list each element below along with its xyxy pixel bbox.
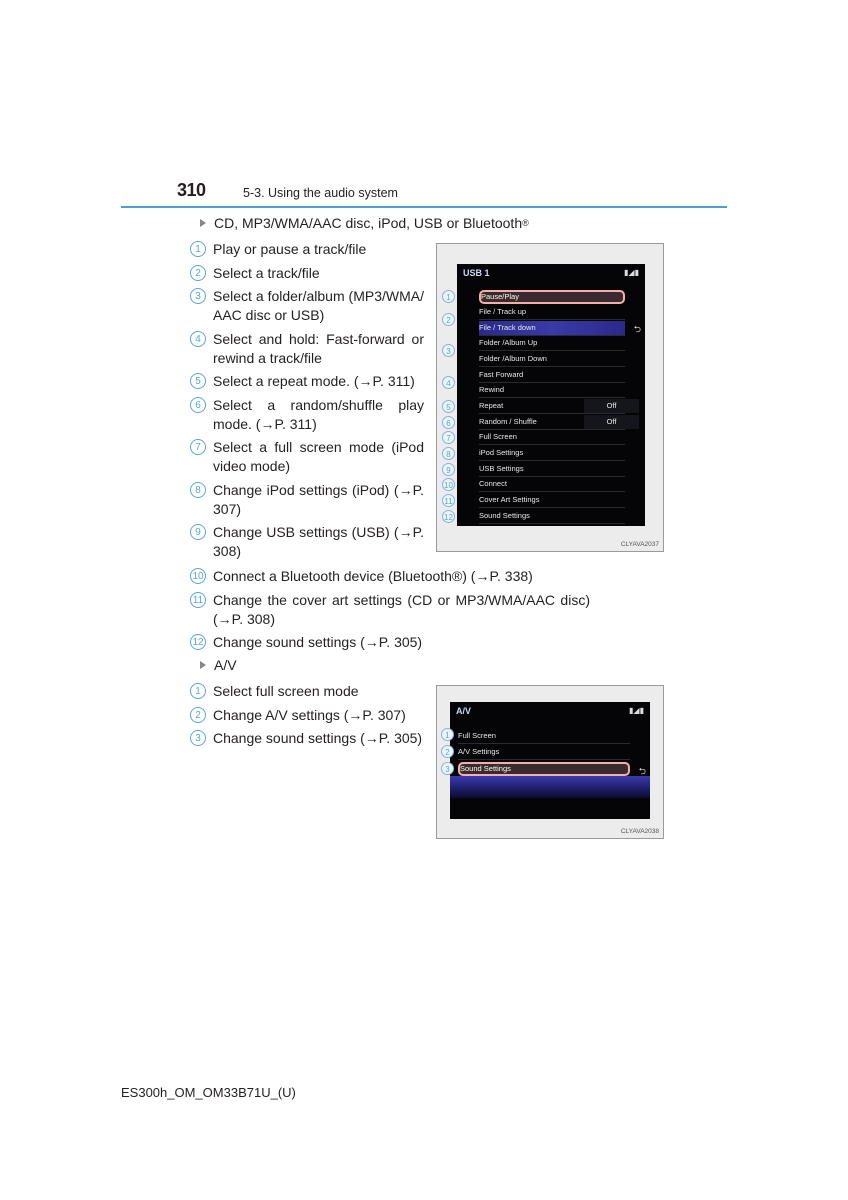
list-item: 1 Select full screen mode — [190, 682, 430, 701]
callout-10: 10 — [442, 478, 455, 491]
figure-code: CLYAVA2037 — [620, 541, 659, 548]
shuffle-value: Off — [584, 415, 639, 429]
list-item: 6 Select a random/shuffle play mode. (→P.… — [190, 396, 424, 434]
menu-row-fast-forward[interactable]: Fast Forward — [479, 368, 625, 383]
callout-1: 1 — [441, 728, 454, 741]
menu-row-ipod-settings[interactable]: iPod Settings — [479, 446, 625, 461]
menu-row-pause-play[interactable]: Pause/Play — [479, 290, 625, 304]
footer-code: ES300h_OM_OM33B71U_(U) — [121, 1085, 296, 1100]
back-icon[interactable]: ⮌ — [634, 322, 641, 338]
callout-6: 6 — [442, 416, 455, 429]
selection-glow — [450, 776, 650, 798]
menu-row-folder-up[interactable]: Folder /Album Up — [479, 336, 625, 351]
status-icons: ▮◢▮ — [629, 706, 644, 715]
page-number: 310 — [177, 180, 206, 200]
list-item: 10 Connect a Bluetooth device (Bluetooth®… — [190, 567, 590, 586]
back-icon[interactable]: ⮌ — [639, 764, 646, 780]
menu-row-track-up[interactable]: File / Track up — [479, 305, 625, 320]
section1-list-b: 10 Connect a Bluetooth device (Bluetooth®… — [190, 567, 590, 657]
menu-row-usb-settings[interactable]: USB Settings — [479, 462, 625, 477]
usb-screen: USB 1 ▮◢▮ Pause/Play File / Track up Fil… — [457, 264, 645, 526]
menu-row-shuffle[interactable]: Random / Shuffle Off — [479, 415, 639, 430]
callout-12: 12 — [442, 510, 455, 523]
menu-row-repeat[interactable]: Repeat Off — [479, 399, 639, 414]
list-item: 9 Change USB settings (USB) (→P. 308) — [190, 523, 424, 561]
callout-3: 3 — [442, 344, 455, 357]
menu-row-rewind[interactable]: Rewind — [479, 383, 625, 398]
callout-11: 11 — [442, 494, 455, 507]
menu-row-sound-settings[interactable]: Sound Settings — [479, 509, 625, 524]
figure-code: CLYAVA2038 — [620, 828, 659, 835]
section-title: 5-3. Using the audio system — [243, 186, 398, 200]
menu-row-connect[interactable]: Connect — [479, 477, 625, 492]
callout-3: 3 — [441, 762, 454, 775]
list-item: 3 Select a folder/album (MP3/WMA/ AAC dis… — [190, 287, 424, 325]
menu-row-sound-settings[interactable]: Sound Settings — [458, 762, 630, 776]
list-item: 1 Play or pause a track/file — [190, 240, 424, 259]
section1-list-a: 1 Play or pause a track/file 2 Select a tr… — [190, 240, 424, 566]
usb-screen-figure: USB 1 ▮◢▮ Pause/Play File / Track up Fil… — [436, 243, 664, 552]
list-item: 11 Change the cover art settings (CD or M… — [190, 591, 590, 629]
status-icons: ▮◢▮ — [624, 268, 639, 277]
list-item: 7 Select a full screen mode (iPod video m… — [190, 438, 424, 476]
list-item: 3 Change sound settings (→P. 305) — [190, 729, 430, 748]
triangle-bullet-icon — [200, 661, 206, 669]
section2-list: 1 Select full screen mode 2 Change A/V set… — [190, 682, 430, 753]
menu-row-full-screen[interactable]: Full Screen — [458, 729, 630, 744]
list-item: 4 Select and hold: Fast-forward or rewind… — [190, 330, 424, 368]
callout-9: 9 — [442, 463, 455, 476]
section1-heading: CD, MP3/WMA/AAC disc, iPod, USB or Bluet… — [200, 215, 529, 231]
triangle-bullet-icon — [200, 219, 206, 227]
menu-row-track-down[interactable]: File / Track down — [479, 321, 625, 336]
list-item: 2 Change A/V settings (→P. 307) — [190, 706, 430, 725]
callout-2: 2 — [442, 313, 455, 326]
section2-heading: A/V — [200, 657, 237, 673]
screen-title: USB 1 — [463, 268, 490, 278]
menu-row-cover-art[interactable]: Cover Art Settings — [479, 493, 625, 508]
av-screen: A/V ▮◢▮ Full Screen A/V Settings Sound S… — [450, 702, 650, 819]
menu-row-av-settings[interactable]: A/V Settings — [458, 745, 630, 760]
callout-7: 7 — [442, 431, 455, 444]
list-item: 12 Change sound settings (→P. 305) — [190, 633, 590, 652]
callout-1: 1 — [442, 290, 455, 303]
list-item: 5 Select a repeat mode. (→P. 311) — [190, 372, 424, 391]
callout-4: 4 — [442, 376, 455, 389]
list-item: 2 Select a track/file — [190, 264, 424, 283]
callout-2: 2 — [441, 745, 454, 758]
header-rule — [121, 206, 727, 208]
list-item: 8 Change iPod settings (iPod) (→P. 307) — [190, 481, 424, 519]
callout-8: 8 — [442, 447, 455, 460]
screen-title: A/V — [456, 706, 472, 716]
repeat-value: Off — [584, 399, 639, 413]
av-screen-figure: A/V ▮◢▮ Full Screen A/V Settings Sound S… — [436, 685, 664, 839]
menu-row-folder-down[interactable]: Folder /Album Down — [479, 352, 625, 367]
menu-row-full-screen[interactable]: Full Screen — [479, 430, 625, 445]
callout-5: 5 — [442, 400, 455, 413]
